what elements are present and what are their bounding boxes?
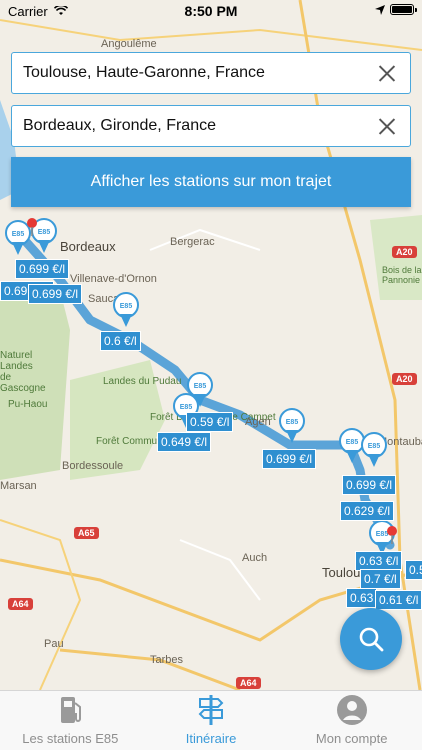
price-label[interactable]: 0.699 €/l [28,284,83,304]
highway-shield: A64 [8,598,33,610]
place-label: Tarbes [150,654,184,666]
tab-account[interactable]: Mon compte [281,691,422,750]
price-label[interactable]: 0.699 €/l [15,259,70,279]
price-label[interactable]: 0.629 €/l [340,501,395,521]
highway-shield: A65 [74,527,99,539]
highway-shield: A20 [392,373,417,385]
location-arrow-icon [375,4,385,15]
tab-itinerary[interactable]: Itinéraire [141,691,282,750]
destination-field[interactable]: Bordeaux, Gironde, France [11,105,411,147]
destination-value: Bordeaux, Gironde, France [23,117,216,134]
place-label: Naturel Landes de Gascogne [0,350,46,394]
place-label: Auch [242,552,268,564]
place-label: Pu-Haou [8,399,48,410]
place-label: Marsan [0,480,37,492]
clear-destination-icon[interactable] [378,117,396,135]
highway-shield: A20 [392,246,417,258]
tab-label: Itinéraire [185,731,237,746]
price-label[interactable]: 0.59 €/l [186,412,234,432]
tab-bar: Les stations E85 Itinéraire Mon compte [0,690,422,750]
price-label[interactable]: 0.6 €/l [100,331,141,351]
place-label: Pau [44,638,64,650]
clock: 8:50 PM [184,3,238,19]
clear-origin-icon[interactable] [378,64,396,82]
map-view[interactable]: Angoulême Bergerac Bordeaux Villenave-d'… [0,0,422,690]
svg-text:E85: E85 [12,231,25,238]
search-icon [359,627,384,652]
status-bar: Carrier 8:50 PM [0,0,422,22]
place-label: Agen [245,416,271,428]
svg-text:E85: E85 [346,439,359,446]
svg-text:E85: E85 [194,383,207,390]
signpost-icon [198,695,224,725]
tab-label: Mon compte [315,731,388,746]
price-label[interactable]: 0.699 €/l [342,475,397,495]
highway-shield: A64 [236,677,261,689]
place-label: Landes du Pudau [103,376,182,387]
e85-station-pin[interactable]: E85 [112,292,140,328]
origin-marker-icon [387,526,397,544]
user-avatar-icon [336,695,367,725]
place-label: Bois de la Pannonie [382,265,422,285]
place-label: Bordeaux [60,239,116,254]
origin-value: Toulouse, Haute-Garonne, France [23,64,265,81]
price-label[interactable]: 0.63 [346,588,378,608]
svg-text:E85: E85 [180,404,193,411]
origin-field[interactable]: Toulouse, Haute-Garonne, France [11,52,411,94]
price-label[interactable]: 0.61 €/l [375,590,422,610]
fuel-pump-icon [61,697,82,723]
tab-label: Les stations E85 [22,731,119,746]
svg-text:E85: E85 [368,443,381,450]
tab-stations[interactable]: Les stations E85 [0,691,141,750]
place-label: Angoulême [101,38,157,50]
price-label[interactable]: 0.5 [405,560,422,580]
show-stations-button[interactable]: Afficher les stations sur mon trajet [11,157,411,207]
price-label[interactable]: 0.7 €/l [360,569,401,589]
map-base [0,0,422,690]
battery-icon [390,4,417,15]
place-label: Bordessoule [62,460,124,472]
e85-station-pin[interactable]: E85 [360,432,388,468]
svg-text:E85: E85 [38,229,51,236]
e85-station-pin[interactable]: E85 [278,408,306,444]
svg-text:E85: E85 [120,303,133,310]
price-label[interactable]: 0.63 €/l [355,551,403,571]
price-label[interactable]: 0.649 €/l [157,432,212,452]
destination-marker-icon [27,218,37,236]
place-label: Villenave-d'Ornon [70,273,157,285]
place-label: Bergerac [170,236,215,248]
search-fab-button[interactable] [340,608,402,670]
price-label[interactable]: 0.699 €/l [262,449,317,469]
svg-text:E85: E85 [286,419,299,426]
